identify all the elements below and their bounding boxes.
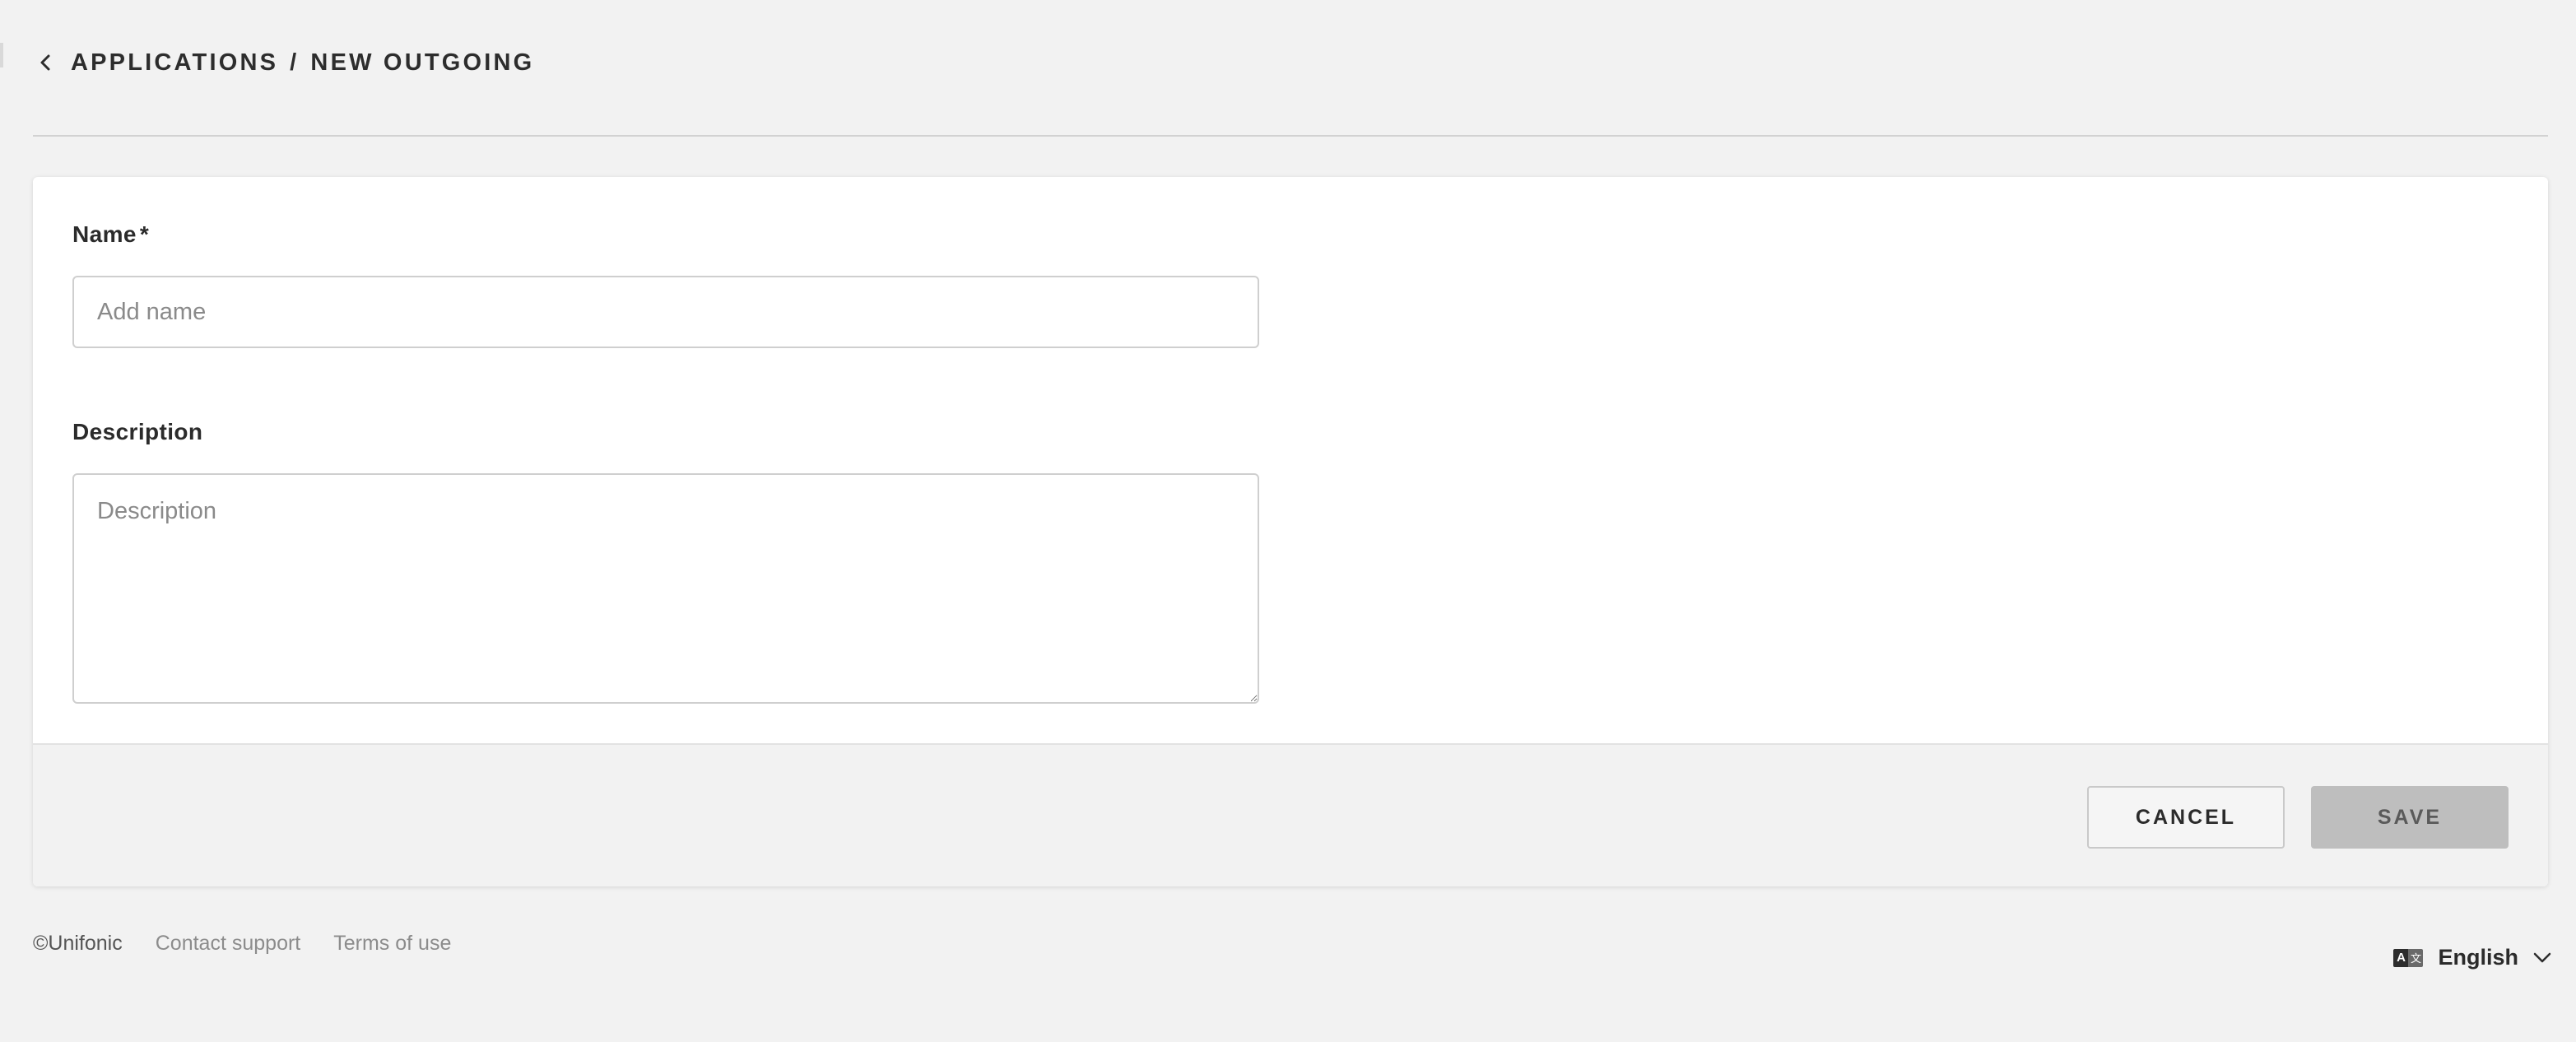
required-marker: * — [139, 221, 150, 247]
page-header: APPLICATIONS / NEW OUTGOING — [33, 43, 534, 82]
translate-icon: A文 — [2393, 948, 2424, 967]
page: APPLICATIONS / NEW OUTGOING Name* Descri… — [0, 0, 2576, 1042]
name-label: Name * — [72, 221, 149, 248]
name-label-text: Name — [72, 221, 137, 247]
description-label: Description — [72, 419, 203, 444]
language-label: English — [2438, 945, 2518, 970]
form-card: Name* Description CANCEL SAVE — [33, 177, 2548, 886]
form-body: Name* Description — [33, 177, 2548, 743]
save-button[interactable]: SAVE — [2311, 786, 2509, 849]
breadcrumb: APPLICATIONS / NEW OUTGOING — [71, 49, 534, 77]
back-button[interactable] — [33, 46, 58, 79]
contact-support-link[interactable]: Contact support — [156, 932, 301, 956]
chevron-left-icon — [40, 54, 50, 71]
description-textarea[interactable] — [72, 473, 1259, 704]
name-input[interactable] — [72, 276, 1259, 348]
terms-of-use-link[interactable]: Terms of use — [333, 932, 451, 956]
header-divider — [33, 135, 2548, 137]
site-footer: ©Unifonic Contact support Terms of use — [33, 932, 451, 956]
cancel-button[interactable]: CANCEL — [2087, 786, 2285, 849]
breadcrumb-applications[interactable]: APPLICATIONS — [71, 49, 278, 77]
breadcrumb-separator: / — [290, 49, 300, 76]
breadcrumb-current: NEW OUTGOING — [310, 49, 535, 76]
left-edge-marker — [0, 43, 3, 67]
language-selector[interactable]: A文 English — [2393, 945, 2551, 970]
chevron-down-icon — [2533, 952, 2551, 964]
copyright: ©Unifonic — [33, 932, 123, 955]
form-actions: CANCEL SAVE — [33, 743, 2548, 886]
